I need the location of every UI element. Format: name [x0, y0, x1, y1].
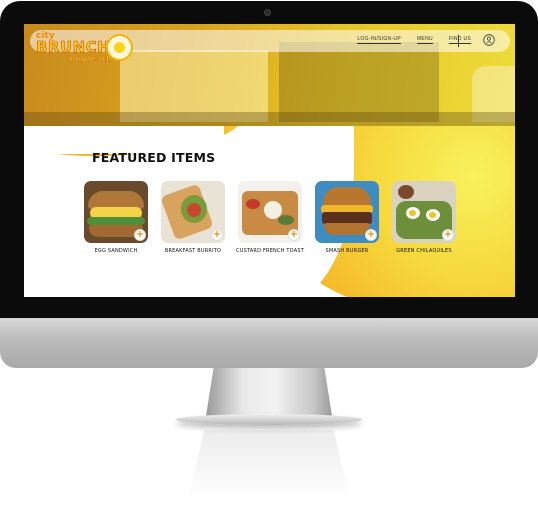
- item-name-breakfast-burrito: BREAKFAST BURRITO: [164, 248, 222, 254]
- nav-link-login-signup[interactable]: LOG-IN/SIGN-UP: [357, 36, 401, 44]
- site-logo[interactable]: city BRUNCH long beach: [32, 30, 133, 68]
- item-name-custard-french-toast: CUSTARD FRENCH TOAST: [236, 248, 304, 254]
- monitor-stand-neck: [206, 368, 332, 416]
- featured-item-smash-burger[interactable]: + SMASH BURGER: [315, 181, 381, 254]
- monitor-stand-base: [176, 414, 362, 425]
- nav-links: LOG-IN/SIGN-UP MENU FIND US: [357, 36, 471, 44]
- custard-french-toast-photo[interactable]: +: [238, 181, 302, 243]
- featured-items-list: + EGG SANDWICH + BREAKFAST BURRITO + CUS…: [84, 181, 484, 261]
- stand-reflection: [188, 430, 350, 500]
- smash-burger-photo[interactable]: +: [315, 181, 379, 243]
- add-green-chilaquiles-button[interactable]: +: [442, 229, 454, 241]
- website-screen: city BRUNCH long beach LOG-IN/SIGN-UP ME…: [24, 24, 515, 297]
- nav-link-find-us[interactable]: FIND US: [448, 36, 471, 44]
- logo-text-long-beach: long beach: [68, 55, 112, 63]
- item-name-green-chilaquiles: GREEN CHILAQUILES: [396, 248, 452, 254]
- add-breakfast-burrito-button[interactable]: +: [211, 229, 223, 241]
- item-name-smash-burger: SMASH BURGER: [325, 248, 369, 254]
- featured-item-egg-sandwich[interactable]: + EGG SANDWICH: [84, 181, 150, 254]
- green-chilaquiles-photo[interactable]: +: [392, 181, 456, 243]
- featured-item-breakfast-burrito[interactable]: + BREAKFAST BURRITO: [161, 181, 227, 254]
- nav-divider: [458, 35, 459, 47]
- featured-item-custard-french-toast[interactable]: + CUSTARD FRENCH TOAST: [236, 181, 304, 254]
- monitor-mockup: city BRUNCH long beach LOG-IN/SIGN-UP ME…: [0, 0, 538, 510]
- add-custard-french-toast-button[interactable]: +: [288, 229, 300, 241]
- featured-item-green-chilaquiles[interactable]: + GREEN CHILAQUILES: [392, 181, 458, 254]
- user-circle-icon[interactable]: [483, 34, 495, 46]
- add-smash-burger-button[interactable]: +: [365, 229, 377, 241]
- nav-link-menu[interactable]: MENU: [416, 36, 433, 44]
- logo-egg-mascot-icon: [106, 34, 133, 61]
- egg-sandwich-photo[interactable]: +: [84, 181, 148, 243]
- logo-text-brunch: BRUNCH: [36, 38, 111, 57]
- monitor-chin: [0, 318, 538, 368]
- add-egg-sandwich-button[interactable]: +: [134, 229, 146, 241]
- breakfast-burrito-photo[interactable]: +: [161, 181, 225, 243]
- food-truck-photo: [279, 42, 439, 122]
- hero-stripe: [24, 112, 515, 126]
- item-name-egg-sandwich: EGG SANDWICH: [94, 248, 138, 254]
- camera-icon: [264, 9, 271, 16]
- featured-section: FEATURED ITEMS + EGG SANDWICH + BREAKFAS…: [24, 126, 515, 297]
- featured-items-title: FEATURED ITEMS: [92, 150, 216, 165]
